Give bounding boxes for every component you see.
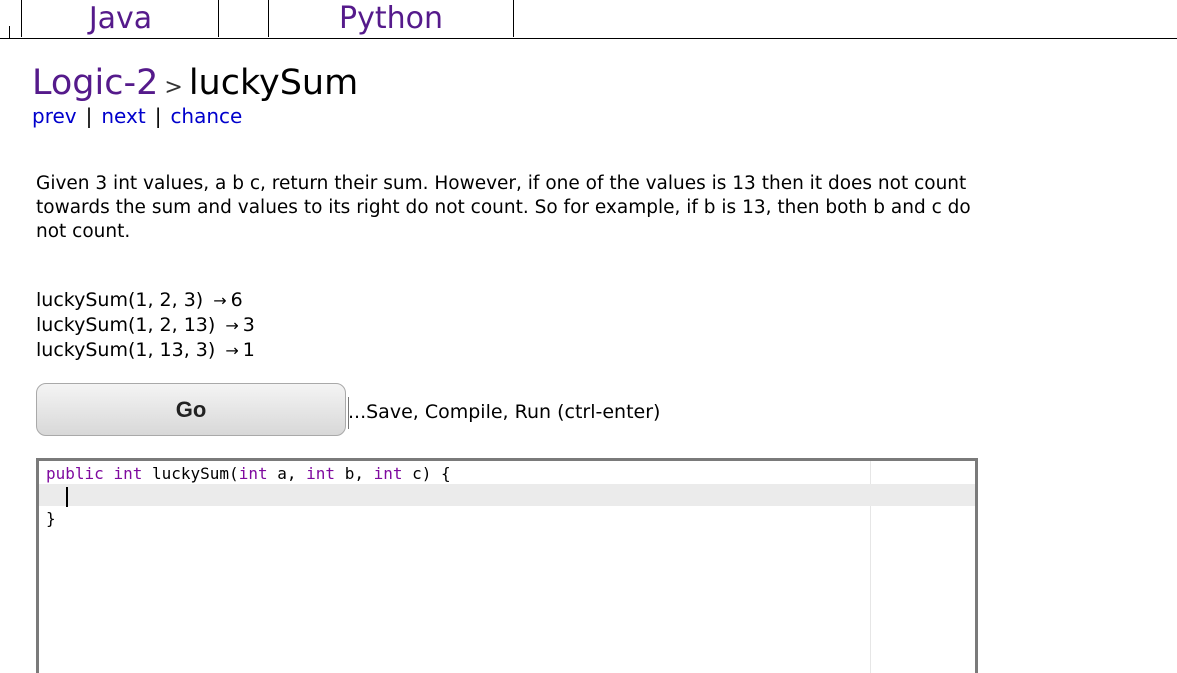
example-call: luckySum(1, 13, 3) <box>36 339 215 361</box>
examples-list: luckySum(1, 2, 3) →6 luckySum(1, 2, 13) … <box>36 288 255 363</box>
tab-java[interactable]: Java <box>21 0 219 37</box>
problem-nav: prev|next|chance <box>32 104 242 128</box>
keyword: int <box>239 464 268 483</box>
example-call: luckySum(1, 2, 3) <box>36 289 203 311</box>
page: Java Python Logic-2>luckySum prev|next|c… <box>0 0 1177 673</box>
nav-divider: | <box>77 104 102 128</box>
page-title: Logic-2>luckySum <box>32 62 358 109</box>
method-name: luckySum( <box>152 464 239 483</box>
code-line: public int luckySum(int a, int b, int c)… <box>46 463 451 485</box>
arrow-icon: → <box>221 341 242 360</box>
keyword: int <box>374 464 403 483</box>
arrow-icon: → <box>221 316 242 335</box>
example-row: luckySum(1, 13, 3) →1 <box>36 338 255 363</box>
problem-description: Given 3 int values, a b c, return their … <box>36 172 976 244</box>
example-row: luckySum(1, 2, 13) →3 <box>36 313 255 338</box>
keyword: int <box>113 464 142 483</box>
param: a, <box>277 464 296 483</box>
keyword: int <box>306 464 335 483</box>
tab-python[interactable]: Python <box>268 0 514 37</box>
arrow-icon: → <box>209 291 230 310</box>
example-row: luckySum(1, 2, 3) →6 <box>36 288 255 313</box>
tab-spacer <box>218 0 269 37</box>
param: b, <box>345 464 364 483</box>
go-button[interactable]: Go <box>36 383 346 436</box>
breadcrumb-separator: > <box>158 75 188 100</box>
prev-link[interactable]: prev <box>32 104 77 128</box>
chance-link[interactable]: chance <box>170 104 242 128</box>
example-call: luckySum(1, 2, 13) <box>36 314 215 336</box>
go-hint: ...Save, Compile, Run (ctrl-enter) <box>348 399 660 425</box>
tab-divider <box>9 26 10 38</box>
active-code-line[interactable] <box>39 484 975 506</box>
problem-name: luckySum <box>189 63 358 103</box>
language-tab-bar: Java Python <box>0 0 1177 39</box>
text-cursor <box>66 487 68 507</box>
example-result: 3 <box>243 314 255 336</box>
example-result: 6 <box>231 289 243 311</box>
keyword: public <box>46 464 104 483</box>
nav-divider: | <box>146 104 171 128</box>
example-result: 1 <box>243 339 255 361</box>
next-link[interactable]: next <box>101 104 145 128</box>
code-line: } <box>46 508 56 530</box>
code-editor[interactable]: public int luckySum(int a, int b, int c)… <box>36 458 978 673</box>
section-link[interactable]: Logic-2 <box>32 63 158 103</box>
param: c) { <box>412 464 451 483</box>
